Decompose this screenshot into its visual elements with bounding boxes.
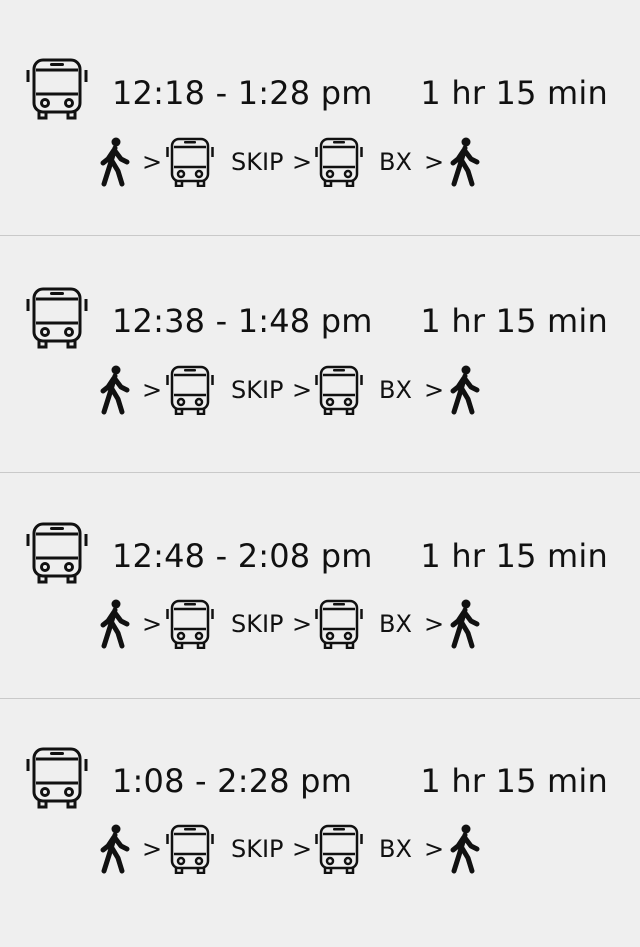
walk-icon <box>98 824 132 874</box>
transit-line-label: SKIP <box>231 148 284 176</box>
trip-list: 12:18 - 1:28 pm 1 hr 15 min > SKIP > BX … <box>0 0 640 947</box>
route-steps: > SKIP > BX > <box>98 599 518 649</box>
trip-option[interactable]: 12:38 - 1:48 pm 1 hr 15 min > SKIP > BX … <box>0 236 640 472</box>
bus-icon <box>26 522 88 584</box>
bus-icon <box>166 365 214 415</box>
route-arrow: > <box>424 835 445 863</box>
trip-time: 12:18 - 1:28 pm <box>112 74 373 112</box>
walk-icon <box>448 599 482 649</box>
route-arrow: > <box>424 376 445 404</box>
trip-duration: 1 hr 15 min <box>420 74 608 112</box>
trip-time: 12:48 - 2:08 pm <box>112 537 373 575</box>
route-arrow: > <box>292 148 313 176</box>
route-arrow: > <box>142 610 163 638</box>
bus-icon <box>315 599 363 649</box>
bus-icon <box>166 824 214 874</box>
bus-icon <box>26 287 88 349</box>
transit-line-label: SKIP <box>231 376 284 404</box>
transit-line-label: BX <box>379 376 412 404</box>
walk-icon <box>448 365 482 415</box>
route-arrow: > <box>142 376 163 404</box>
trip-option[interactable]: 12:48 - 2:08 pm 1 hr 15 min > SKIP > BX … <box>0 473 640 698</box>
transit-line-label: SKIP <box>231 835 284 863</box>
route-arrow: > <box>292 610 313 638</box>
transit-line-label: BX <box>379 835 412 863</box>
bus-icon <box>315 824 363 874</box>
walk-icon <box>448 824 482 874</box>
trip-option[interactable]: 1:08 - 2:28 pm 1 hr 15 min > SKIP > BX > <box>0 699 640 947</box>
walk-icon <box>98 599 132 649</box>
trip-duration: 1 hr 15 min <box>420 302 608 340</box>
transit-line-label: BX <box>379 148 412 176</box>
route-arrow: > <box>142 835 163 863</box>
walk-icon <box>448 137 482 187</box>
bus-icon <box>166 137 214 187</box>
route-arrow: > <box>142 148 163 176</box>
bus-icon <box>315 365 363 415</box>
route-arrow: > <box>424 610 445 638</box>
route-arrow: > <box>292 835 313 863</box>
bus-icon <box>26 58 88 120</box>
trip-time: 12:38 - 1:48 pm <box>112 302 373 340</box>
route-arrow: > <box>292 376 313 404</box>
trip-duration: 1 hr 15 min <box>420 762 608 800</box>
trip-time: 1:08 - 2:28 pm <box>112 762 353 800</box>
trip-duration: 1 hr 15 min <box>420 537 608 575</box>
trip-option[interactable]: 12:18 - 1:28 pm 1 hr 15 min > SKIP > BX … <box>0 0 640 235</box>
bus-icon <box>166 599 214 649</box>
route-steps: > SKIP > BX > <box>98 137 518 187</box>
bus-icon <box>315 137 363 187</box>
route-steps: > SKIP > BX > <box>98 365 518 415</box>
route-arrow: > <box>424 148 445 176</box>
transit-line-label: SKIP <box>231 610 284 638</box>
bus-icon <box>26 747 88 809</box>
walk-icon <box>98 365 132 415</box>
route-steps: > SKIP > BX > <box>98 824 518 874</box>
transit-line-label: BX <box>379 610 412 638</box>
walk-icon <box>98 137 132 187</box>
